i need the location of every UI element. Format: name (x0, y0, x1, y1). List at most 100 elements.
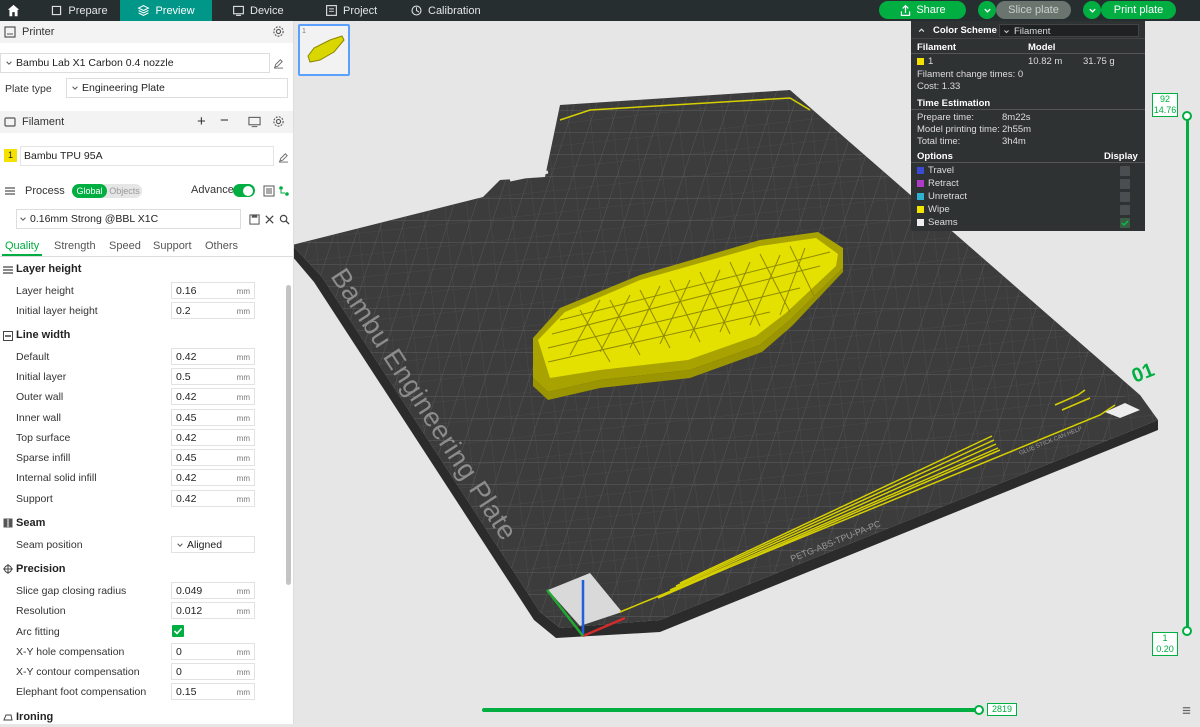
settings-menu-icon[interactable] (1181, 705, 1192, 716)
close-preset-icon[interactable] (264, 214, 275, 225)
filament-icon (4, 117, 16, 127)
initial-layer-height-input[interactable]: 0.2 mm (171, 302, 255, 319)
xy-hole-input[interactable]: 0 mm (171, 643, 255, 660)
layer-height-input[interactable]: 0.16 mm (171, 282, 255, 299)
plate-thumbnail[interactable]: 1 (298, 24, 350, 76)
slice-gap-input[interactable]: 0.049 mm (171, 582, 255, 599)
top-surface-input[interactable]: 0.42 mm (171, 429, 255, 446)
top-layer-label: 92 14.76 (1152, 93, 1178, 117)
tab-preview[interactable]: Preview (120, 0, 212, 21)
travel-swatch (917, 166, 924, 174)
inner-wall-input[interactable]: 0.45 mm (171, 409, 255, 426)
bottom-layer-label: 1 0.20 (1152, 632, 1178, 656)
internal-solid-infill-input[interactable]: 0.42 mm (171, 469, 255, 486)
home-icon[interactable] (4, 0, 22, 21)
travel-display-checkbox[interactable] (1120, 166, 1130, 176)
elephant-foot-input[interactable]: 0.15 mm (171, 683, 255, 700)
color-scheme-value: Filament (1014, 26, 1051, 37)
tab-support[interactable]: Support (153, 240, 192, 252)
global-objects-toggle[interactable]: Global Objects (72, 184, 142, 198)
default-width-input[interactable]: 0.42 mm (171, 348, 255, 365)
process-preset-select[interactable]: 0.16mm Strong @BBL X1C (16, 209, 241, 229)
option-unretract: Unretract (917, 191, 967, 202)
wipe-display-checkbox[interactable] (1120, 205, 1130, 215)
outer-wall-label: Outer wall (16, 391, 64, 403)
share-button[interactable]: Share (879, 1, 966, 19)
layer-slider-track[interactable] (1186, 114, 1189, 634)
filament-slot-badge[interactable]: 1 (4, 149, 17, 162)
tab-prepare[interactable]: Prepare (38, 0, 120, 21)
unit-label: mm (236, 373, 250, 382)
plate-type-select[interactable]: Engineering Plate (66, 78, 288, 98)
slice-plate-label: Slice plate (1008, 4, 1059, 16)
tab-device[interactable]: Device (232, 0, 292, 21)
model-time-label: Model printing time: (917, 124, 1000, 135)
process-section-header: Process Global Objects Advance (0, 180, 293, 202)
xy-hole-label: X-Y hole compensation (16, 646, 125, 658)
layer-slider-bottom-handle[interactable] (1182, 626, 1192, 636)
seams-swatch (917, 218, 924, 226)
print-dropdown-button[interactable] (1083, 1, 1101, 19)
initial-layer-width-input[interactable]: 0.5 mm (171, 368, 255, 385)
tab-calibration[interactable]: Calibration (410, 0, 490, 21)
support-width-label: Support (16, 493, 53, 505)
process-compare-icon[interactable] (278, 185, 290, 197)
resolution-input[interactable]: 0.012 mm (171, 602, 255, 619)
move-slider-track[interactable] (482, 708, 980, 712)
option-travel: Travel (917, 165, 954, 176)
seam-icon (3, 518, 13, 528)
seam-position-select[interactable]: Aligned (171, 536, 255, 553)
initial-layer-height-value: 0.2 (176, 304, 191, 317)
unit-label: mm (236, 648, 250, 657)
unretract-display-checkbox[interactable] (1120, 192, 1130, 202)
total-time-value: 3h4m (1002, 136, 1026, 147)
tab-strength[interactable]: Strength (54, 240, 96, 252)
wipe-swatch (917, 205, 924, 213)
arc-fitting-checkbox[interactable] (172, 625, 184, 637)
filament-name: Bambu TPU 95A (24, 150, 103, 162)
tab-others[interactable]: Others (205, 240, 238, 252)
edit-filament-icon[interactable] (278, 152, 289, 163)
tab-quality[interactable]: Quality (5, 240, 39, 252)
xy-contour-input[interactable]: 0 mm (171, 663, 255, 680)
sidebar-scrollbar[interactable] (286, 285, 291, 585)
process-list-icon[interactable] (263, 185, 275, 197)
advance-toggle-knob (243, 185, 253, 196)
filament-settings-gear-icon[interactable] (272, 115, 285, 128)
filament-sync-icon[interactable] (248, 116, 261, 128)
retract-display-checkbox[interactable] (1120, 179, 1130, 189)
tab-project[interactable]: Project (325, 0, 387, 21)
slice-plate-button[interactable]: Slice plate (996, 1, 1071, 19)
search-icon[interactable] (279, 214, 290, 225)
remove-filament-icon[interactable]: − (220, 112, 229, 129)
move-slider-handle[interactable] (974, 705, 984, 715)
line-width-icon (3, 331, 13, 341)
support-width-input[interactable]: 0.42 mm (171, 490, 255, 507)
layer-slider-top-handle[interactable] (1182, 111, 1192, 121)
toggle-objects[interactable]: Objects (107, 184, 142, 198)
color-scheme-label: Color Scheme (933, 25, 997, 36)
filament-id: 1 (928, 56, 934, 67)
seams-display-checkbox[interactable] (1120, 218, 1130, 228)
printer-settings-gear-icon[interactable] (272, 25, 285, 38)
edit-printer-icon[interactable] (273, 58, 284, 69)
share-dropdown-button[interactable] (978, 1, 996, 19)
advance-toggle[interactable] (233, 184, 255, 197)
toggle-global[interactable]: Global (72, 184, 107, 198)
filament-select[interactable]: Bambu TPU 95A (20, 146, 274, 166)
unit-label: mm (236, 587, 250, 596)
save-preset-icon[interactable] (249, 214, 260, 225)
elephant-foot-label: Elephant foot compensation (16, 686, 147, 698)
sparse-infill-input[interactable]: 0.45 mm (171, 449, 255, 466)
tab-calibration-label: Calibration (428, 4, 481, 17)
sparse-infill-value: 0.45 (176, 451, 197, 464)
add-filament-icon[interactable]: + (197, 113, 206, 130)
option-seams: Seams (917, 217, 958, 228)
color-scheme-select[interactable]: Filament (999, 24, 1139, 37)
option-wipe-label: Wipe (928, 204, 950, 215)
outer-wall-input[interactable]: 0.42 mm (171, 388, 255, 405)
collapse-icon[interactable] (917, 26, 926, 34)
printer-select[interactable]: Bambu Lab X1 Carbon 0.4 nozzle (0, 53, 270, 73)
tab-speed[interactable]: Speed (109, 240, 141, 252)
print-plate-button[interactable]: Print plate (1101, 1, 1176, 19)
